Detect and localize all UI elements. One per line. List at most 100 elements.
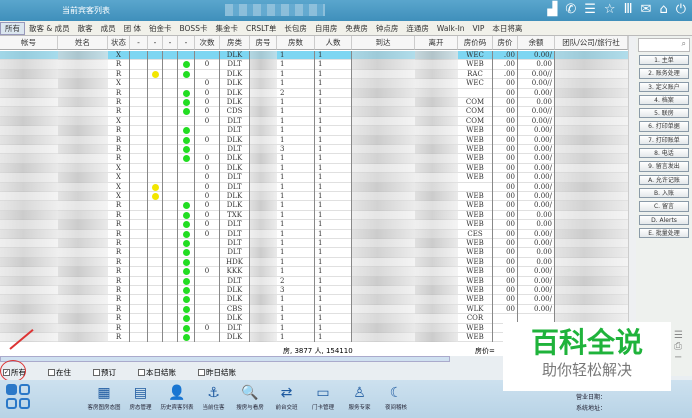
table-row[interactable]: R CBS 1 1 WLK 00 0.00/ xyxy=(0,304,628,315)
table-row[interactable]: R 0 DLT 1 1 CES 00 0.00/ xyxy=(0,229,628,239)
tab-6[interactable]: BOSS卡 xyxy=(176,23,212,34)
column-header[interactable]: 到达 xyxy=(352,36,415,50)
column-header[interactable]: 房价 xyxy=(493,36,518,50)
table-row[interactable]: R 0 CDS 1 1 COM 00 0.00// xyxy=(0,107,628,117)
columns-icon[interactable]: Ⅲ xyxy=(624,2,633,17)
table-row[interactable]: R 0 DLK 1 1 COM 00 0.00 xyxy=(0,98,628,108)
column-header[interactable]: 余额 xyxy=(518,36,555,50)
column-header[interactable]: - xyxy=(130,36,148,50)
side-button-11[interactable]: C. 留言 xyxy=(639,201,689,212)
table-row[interactable]: R 0 DLK 1 1 WEB 00 0.00/ xyxy=(0,135,628,145)
tab-10[interactable]: 自用房 xyxy=(311,23,342,34)
minus-icon[interactable]: − xyxy=(674,352,690,363)
filter-4[interactable]: 昨日结账 xyxy=(198,367,236,378)
toolbar-button-4[interactable]: 🔍 搜房与看房 xyxy=(230,383,270,411)
tab-14[interactable]: Walk-In xyxy=(433,24,469,33)
table-row[interactable]: R DLT 2 1 WEB 00 0.00/ xyxy=(0,276,628,286)
tab-11[interactable]: 免费房 xyxy=(341,23,372,34)
column-header[interactable]: 离开 xyxy=(415,36,458,50)
side-button-7[interactable]: 8. 电话 xyxy=(639,148,689,159)
checkbox[interactable] xyxy=(93,368,100,376)
side-button-13[interactable]: E. 批量处理 xyxy=(639,227,689,239)
side-button-0[interactable]: 1. 主单 xyxy=(639,55,689,66)
vertical-scrollbar[interactable] xyxy=(628,36,636,345)
table-row[interactable]: X 0 DLT 1 1 WEB 00 0.00/ xyxy=(0,173,628,183)
toolbar-button-7[interactable]: ♙ 服务专家 xyxy=(340,383,380,411)
home-icon[interactable]: ⌂ xyxy=(659,2,667,17)
star-icon[interactable]: ☆ xyxy=(604,2,616,17)
power-icon[interactable]: ⏻ xyxy=(676,2,686,17)
toolbar-button-2[interactable]: 👤 历史宾客列表 xyxy=(157,383,197,411)
toolbar-button-0[interactable]: ▦ 客房图房态图 xyxy=(84,383,124,411)
column-header[interactable]: 人数 xyxy=(315,36,352,50)
column-header[interactable]: 次数 xyxy=(195,36,220,50)
column-header[interactable]: 房类 xyxy=(220,36,250,50)
tab-12[interactable]: 钟点房 xyxy=(372,23,403,34)
menu-icon[interactable]: ☰ xyxy=(584,2,596,17)
mail-icon[interactable]: ✉ xyxy=(641,2,652,17)
side-button-5[interactable]: 6. 打印单据 xyxy=(639,121,689,132)
toolbar-button-6[interactable]: ▭ 门卡管理 xyxy=(303,383,343,411)
column-header[interactable]: - xyxy=(163,36,178,50)
table-row[interactable]: R DLT 1 1 WEB 00 0.00/ xyxy=(0,126,628,136)
checkbox[interactable] xyxy=(48,368,55,376)
column-header[interactable]: 房价码 xyxy=(458,36,493,50)
horizontal-scrollbar[interactable] xyxy=(0,356,450,362)
table-row[interactable]: R DLK 1 1 WEB 00 0.00/ xyxy=(0,295,628,305)
tab-16[interactable]: 本日将离 xyxy=(488,23,526,34)
side-button-8[interactable]: 9. 留言发出 xyxy=(639,161,689,172)
column-header[interactable]: 团队/公司/旅行社 xyxy=(555,36,628,50)
table-row[interactable]: X 0 DLK 1 1 WEC 00 0.00// xyxy=(0,79,628,89)
toolbar-button-1[interactable]: ▤ 房态管理 xyxy=(121,383,161,411)
side-button-1[interactable]: 2. 账务处理 xyxy=(639,68,689,79)
table-row[interactable]: R DLK 3 1 WEB 00 0.00/ xyxy=(0,286,628,296)
side-button-12[interactable]: D. Alerts xyxy=(639,214,689,225)
column-header[interactable]: 状态 xyxy=(108,36,130,50)
tab-2[interactable]: 散客 xyxy=(74,23,97,34)
table-row[interactable]: R 0 KKK 1 1 WEB 00 0.00/ xyxy=(0,267,628,277)
tab-1[interactable]: 散客 & 成员 xyxy=(25,23,74,34)
table-row[interactable]: R 0 DLK 2 1 00 0.00/ xyxy=(0,88,628,98)
checkbox[interactable] xyxy=(198,368,205,376)
side-button-9[interactable]: A. 允许记账 xyxy=(639,174,689,185)
tab-13[interactable]: 连通房 xyxy=(402,23,433,34)
toolbar-button-3[interactable]: ⚓ 当前住客 xyxy=(194,383,234,411)
side-button-10[interactable]: B. 入账 xyxy=(639,187,689,199)
tab-4[interactable]: 团 体 xyxy=(120,23,145,34)
list-icon[interactable]: ☰ xyxy=(674,330,690,341)
table-row[interactable]: X 0 DLK 1 1 WEB 00 0.00/ xyxy=(0,192,628,202)
tab-15[interactable]: VIP xyxy=(469,24,489,33)
table-row[interactable]: R DLK 1 1 RAC .00 0.00// xyxy=(0,69,628,80)
table-row[interactable]: R DLT 3 1 WEB 00 0.00/ xyxy=(0,145,628,155)
side-button-2[interactable]: 3. 定义账户 xyxy=(639,81,689,92)
tab-8[interactable]: CRSLT单 xyxy=(242,23,280,34)
filter-1[interactable]: 在住 xyxy=(48,367,71,378)
signal-icon[interactable]: ▟ xyxy=(547,2,557,17)
table-row[interactable]: R 0 DLK 1 1 WEB 00 0.00/ xyxy=(0,201,628,211)
tab-0[interactable]: 所有 xyxy=(0,21,25,35)
side-button-4[interactable]: 5. 联房 xyxy=(639,108,689,119)
table-row[interactable]: R DLT 1 1 WEB 00 0.00 xyxy=(0,248,628,258)
search-input[interactable]: ⌕ xyxy=(638,38,690,52)
app-logo-icon[interactable] xyxy=(6,384,32,412)
phone-icon[interactable]: ✆ xyxy=(565,2,576,17)
table-row[interactable]: R 0 DLT 1 1 WEB .00 0.00 xyxy=(0,60,628,70)
table-row[interactable]: R 0 DLK 1 1 WEB 00 0.00/ xyxy=(0,154,628,164)
tab-5[interactable]: 铂金卡 xyxy=(145,23,176,34)
tab-9[interactable]: 长包房 xyxy=(280,23,311,34)
column-header[interactable]: 姓名 xyxy=(58,36,108,50)
column-header[interactable]: - xyxy=(178,36,195,50)
table-row[interactable]: R 0 DLT 1 1 WEB 00 0.00 xyxy=(0,220,628,230)
toolbar-button-5[interactable]: ⇄ 前台交班 xyxy=(267,383,307,411)
toolbar-button-8[interactable]: ☾ 夜间稽核 xyxy=(376,383,416,411)
side-button-6[interactable]: 7. 打印账单 xyxy=(639,134,689,146)
table-row[interactable]: X 0 DLT 1 1 COM 00 0.00// xyxy=(0,116,628,127)
filter-3[interactable]: 本日结账 xyxy=(138,367,176,378)
table-row[interactable]: X 0 DLT 1 1 00 0.00/ xyxy=(0,182,628,192)
table-row[interactable]: R DLT 1 1 WEB 00 0.00/ xyxy=(0,239,628,249)
checkbox[interactable] xyxy=(138,368,145,376)
tab-3[interactable]: 成员 xyxy=(97,23,120,34)
table-row[interactable]: R 0 TXK 1 1 WEB 00 0.00 xyxy=(0,210,628,221)
printer-icon[interactable]: ⎙ xyxy=(674,341,690,352)
table-row[interactable]: X 0 DLK 1 1 WEB 00 0.00/ xyxy=(0,163,628,174)
